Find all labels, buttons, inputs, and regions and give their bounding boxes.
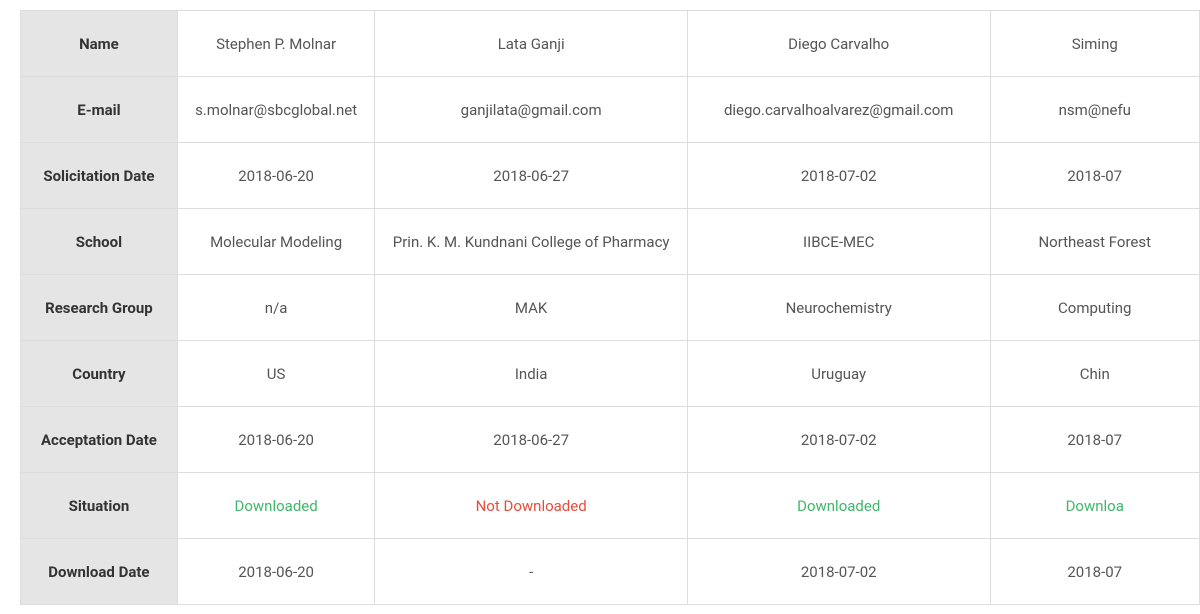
cell-download-date: 2018-06-20 (177, 539, 375, 605)
header-email: E-mail (21, 77, 178, 143)
cell-name: Stephen P. Molnar (177, 11, 375, 77)
row-solicitation-date: Solicitation Date 2018-06-20 2018-06-27 … (21, 143, 1200, 209)
cell-name: Siming (990, 11, 1200, 77)
situation-value: Downloaded (797, 497, 880, 515)
cell-solicitation-date: 2018-06-27 (375, 143, 688, 209)
data-table: Name Stephen P. Molnar Lata Ganji Diego … (20, 10, 1200, 605)
cell-solicitation-date: 2018-07-02 (687, 143, 990, 209)
cell-email: diego.carvalhoalvarez@gmail.com (687, 77, 990, 143)
cell-email: ganjilata@gmail.com (375, 77, 688, 143)
row-download-date: Download Date 2018-06-20 - 2018-07-02 20… (21, 539, 1200, 605)
cell-solicitation-date: 2018-07 (990, 143, 1200, 209)
cell-research-group: n/a (177, 275, 375, 341)
cell-school: Prin. K. M. Kundnani College of Pharmacy (375, 209, 688, 275)
cell-country: India (375, 341, 688, 407)
cell-name: Diego Carvalho (687, 11, 990, 77)
header-country: Country (21, 341, 178, 407)
cell-situation: Downloaded (177, 473, 375, 539)
cell-acceptation-date: 2018-07 (990, 407, 1200, 473)
situation-value: Downloaded (235, 497, 318, 515)
cell-acceptation-date: 2018-06-20 (177, 407, 375, 473)
situation-value: Not Downloaded (476, 497, 587, 515)
cell-research-group: Neurochemistry (687, 275, 990, 341)
cell-download-date: - (375, 539, 688, 605)
row-situation: Situation Downloaded Not Downloaded Down… (21, 473, 1200, 539)
header-solicitation-date: Solicitation Date (21, 143, 178, 209)
header-name: Name (21, 11, 178, 77)
cell-country: Chin (990, 341, 1200, 407)
header-acceptation-date: Acceptation Date (21, 407, 178, 473)
row-country: Country US India Uruguay Chin (21, 341, 1200, 407)
cell-school: Molecular Modeling (177, 209, 375, 275)
cell-acceptation-date: 2018-07-02 (687, 407, 990, 473)
cell-name: Lata Ganji (375, 11, 688, 77)
cell-country: Uruguay (687, 341, 990, 407)
row-email: E-mail s.molnar@sbcglobal.net ganjilata@… (21, 77, 1200, 143)
cell-situation: Not Downloaded (375, 473, 688, 539)
cell-acceptation-date: 2018-06-27 (375, 407, 688, 473)
header-download-date: Download Date (21, 539, 178, 605)
cell-school: Northeast Forest (990, 209, 1200, 275)
row-school: School Molecular Modeling Prin. K. M. Ku… (21, 209, 1200, 275)
cell-country: US (177, 341, 375, 407)
cell-download-date: 2018-07-02 (687, 539, 990, 605)
cell-research-group: Computing (990, 275, 1200, 341)
header-school: School (21, 209, 178, 275)
cell-download-date: 2018-07 (990, 539, 1200, 605)
cell-research-group: MAK (375, 275, 688, 341)
cell-email: nsm@nefu (990, 77, 1200, 143)
cell-school: IIBCE-MEC (687, 209, 990, 275)
cell-situation: Downloaded (687, 473, 990, 539)
cell-situation: Downloa (990, 473, 1200, 539)
cell-solicitation-date: 2018-06-20 (177, 143, 375, 209)
row-acceptation-date: Acceptation Date 2018-06-20 2018-06-27 2… (21, 407, 1200, 473)
header-situation: Situation (21, 473, 178, 539)
cell-email: s.molnar@sbcglobal.net (177, 77, 375, 143)
table-container: Name Stephen P. Molnar Lata Ganji Diego … (0, 0, 1200, 614)
row-name: Name Stephen P. Molnar Lata Ganji Diego … (21, 11, 1200, 77)
header-research-group: Research Group (21, 275, 178, 341)
row-research-group: Research Group n/a MAK Neurochemistry Co… (21, 275, 1200, 341)
situation-value: Downloa (1066, 497, 1124, 515)
